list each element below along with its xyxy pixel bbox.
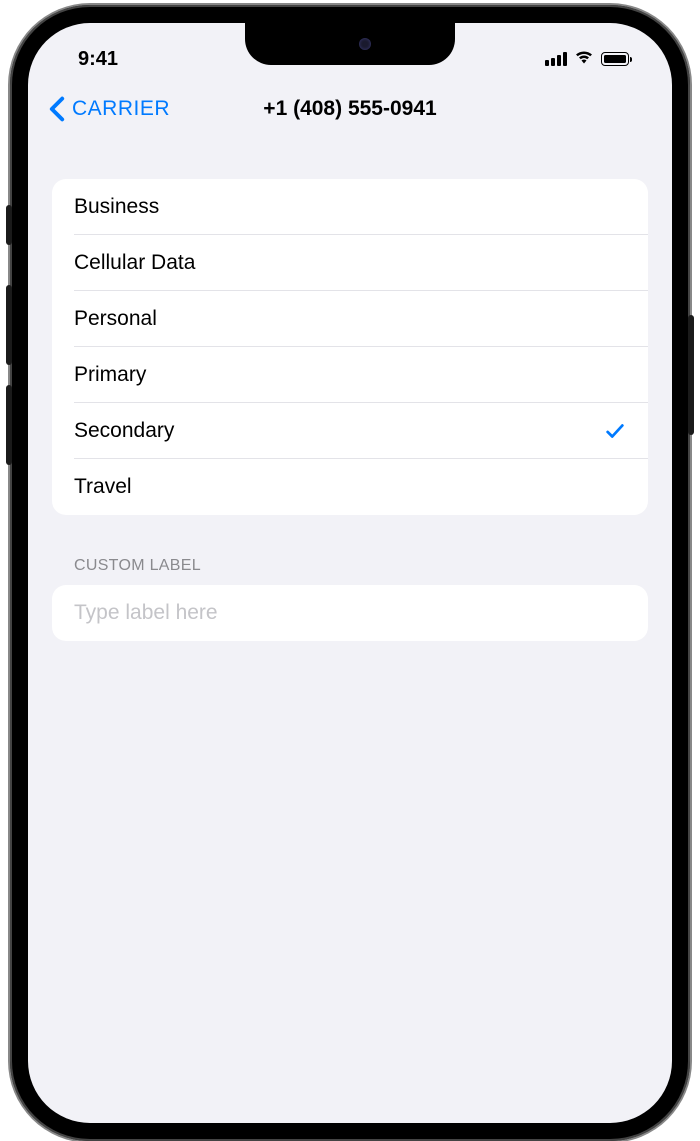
checkmark-icon <box>604 420 626 442</box>
content: Business Cellular Data Personal Primary … <box>28 139 672 641</box>
page-title: +1 (408) 555-0941 <box>263 97 436 121</box>
label-list: Business Cellular Data Personal Primary … <box>52 179 648 515</box>
label-option-business[interactable]: Business <box>52 179 648 235</box>
navigation-bar: CARRIER +1 (408) 555-0941 <box>28 79 672 139</box>
label-option-personal[interactable]: Personal <box>52 291 648 347</box>
wifi-icon <box>574 49 594 70</box>
volume-down-button <box>6 385 12 465</box>
silent-switch <box>6 205 12 245</box>
label-option-travel[interactable]: Travel <box>52 459 648 515</box>
list-item-label: Travel <box>74 475 132 499</box>
custom-label-input[interactable] <box>74 601 626 625</box>
screen: 9:41 <box>28 23 672 1123</box>
back-button[interactable]: CARRIER <box>46 96 170 122</box>
status-time: 9:41 <box>78 48 118 71</box>
notch <box>245 23 455 65</box>
list-item-label: Cellular Data <box>74 251 195 275</box>
custom-label-header: CUSTOM LABEL <box>52 515 648 585</box>
list-item-label: Primary <box>74 363 146 387</box>
label-option-secondary[interactable]: Secondary <box>52 403 648 459</box>
front-camera <box>359 38 371 50</box>
back-button-label: CARRIER <box>72 97 170 121</box>
custom-label-group <box>52 585 648 641</box>
list-item-label: Business <box>74 195 159 219</box>
list-item-label: Secondary <box>74 419 174 443</box>
list-item-label: Personal <box>74 307 157 331</box>
device-frame: 9:41 <box>10 5 690 1141</box>
label-option-primary[interactable]: Primary <box>52 347 648 403</box>
status-icons <box>545 49 632 70</box>
cellular-signal-icon <box>545 52 567 66</box>
volume-up-button <box>6 285 12 365</box>
label-option-cellular-data[interactable]: Cellular Data <box>52 235 648 291</box>
battery-icon <box>601 52 632 66</box>
chevron-left-icon <box>46 96 68 122</box>
power-button <box>688 315 694 435</box>
